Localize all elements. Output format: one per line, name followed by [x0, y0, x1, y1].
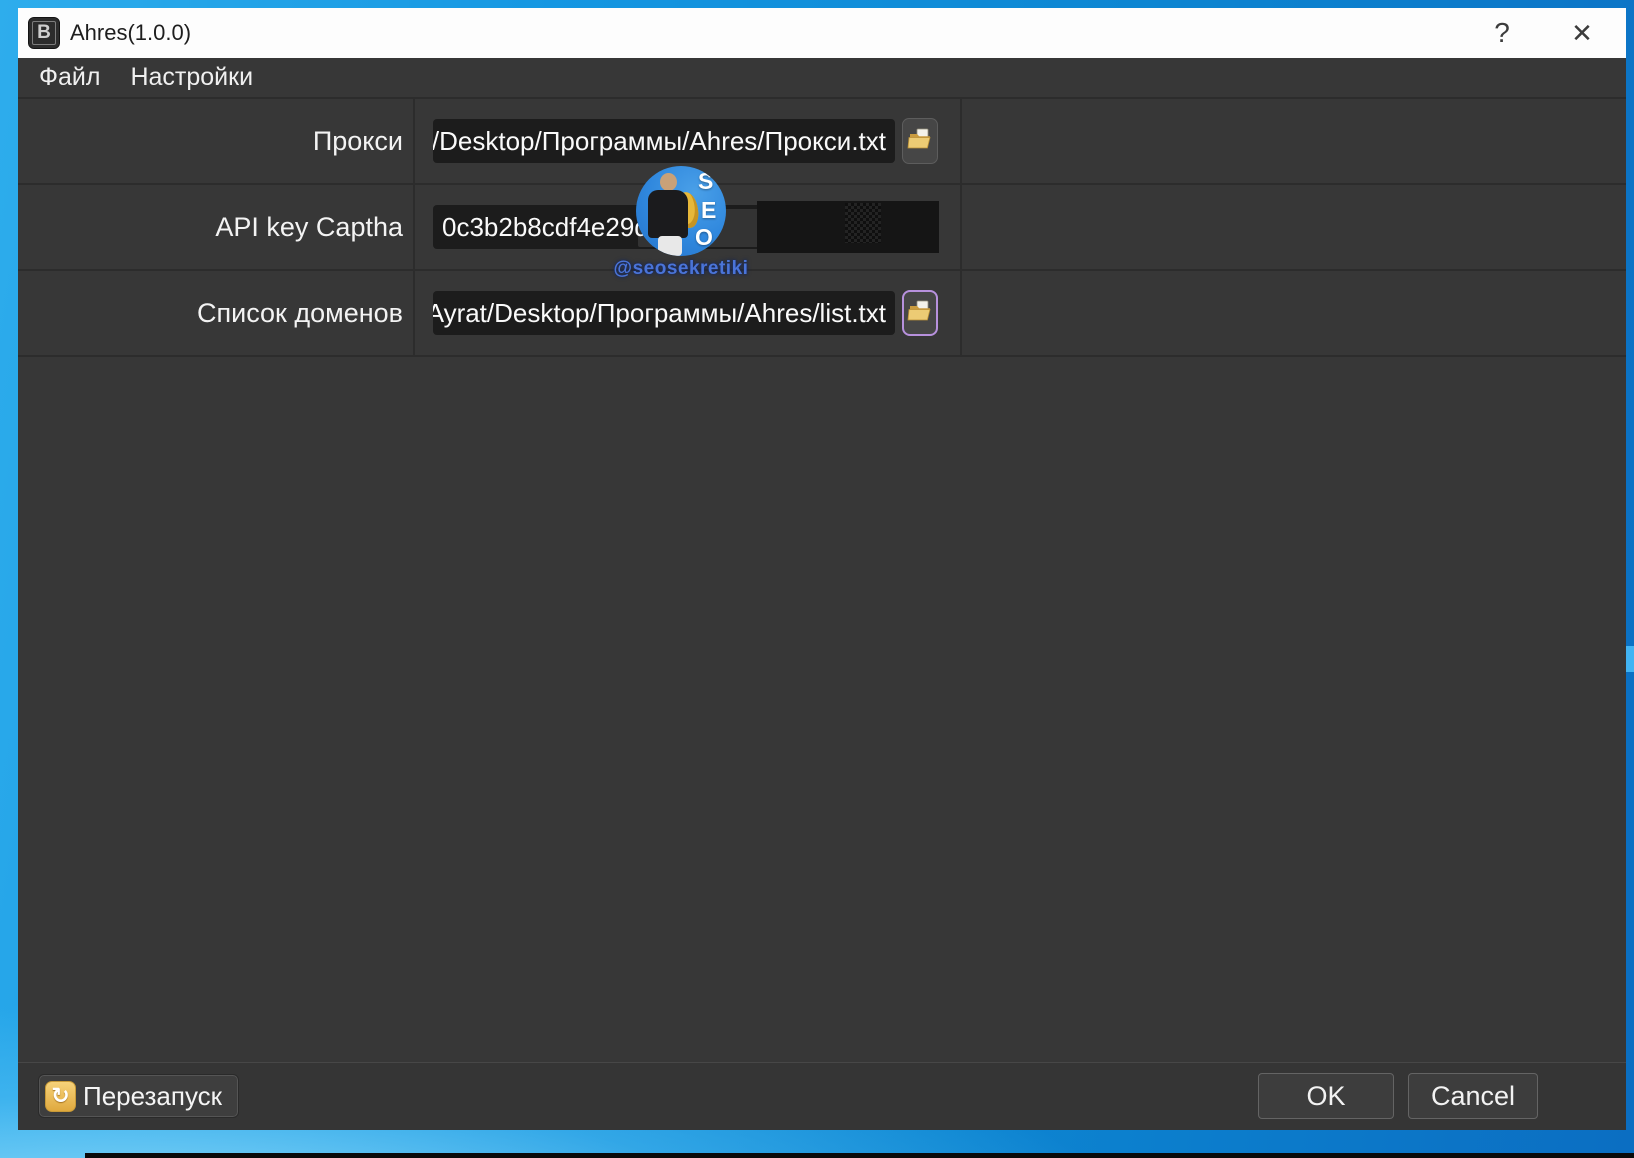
menu-item-file[interactable]: Файл [24, 58, 115, 97]
footer-bar: ↻ Перезапуск OK Cancel [18, 1062, 1626, 1130]
avatar-person-head [660, 173, 677, 191]
close-button[interactable]: ✕ [1560, 8, 1604, 58]
domains-browse-button[interactable] [902, 290, 938, 336]
folder-icon [907, 298, 933, 329]
proxy-path-input[interactable]: rat/Desktop/Программы/Ahres/Прокси.txt [433, 119, 895, 163]
apikey-redaction-pattern [845, 203, 881, 243]
form-row-proxy: Прокси rat/Desktop/Программы/Ahres/Прокс… [18, 99, 1626, 185]
restart-button-label: Перезапуск [83, 1080, 223, 1111]
form-row-apikey: API key Captha 0c3b2b8cdf4e29d [18, 185, 1626, 271]
help-icon: ? [1494, 17, 1510, 48]
menu-item-settings[interactable]: Настройки [115, 58, 268, 97]
title-bar: B Ahres(1.0.0) ? ✕ [18, 8, 1626, 58]
folder-icon [907, 126, 933, 157]
close-icon: ✕ [1571, 17, 1593, 48]
avatar-letter-s: S [698, 168, 714, 194]
ok-button[interactable]: OK [1258, 1073, 1394, 1119]
restart-button[interactable]: ↻ Перезапуск [38, 1074, 240, 1118]
avatar-letter-e: E [701, 197, 717, 223]
proxy-browse-button[interactable] [902, 118, 938, 164]
watermark-handle: @seosekretiki [613, 258, 749, 279]
window-title: Ahres(1.0.0) [70, 20, 192, 45]
apikey-label: API key Captha [215, 211, 403, 242]
taskbar-edge [85, 1153, 1634, 1158]
app-icon-glyph: B [37, 22, 51, 43]
desktop: { "window": { "title": "Ahres(1.0.0)", "… [0, 0, 1634, 1158]
avatar-letter-o: O [695, 224, 713, 250]
desktop-edge-highlight [1626, 646, 1634, 672]
proxy-label: Прокси [312, 125, 403, 156]
app-icon: B [28, 17, 60, 49]
avatar-person-shirt [648, 190, 688, 238]
watermark: S E O @seosekretiki [581, 166, 781, 280]
watermark-avatar: S E O [636, 166, 726, 256]
settings-form: Прокси rat/Desktop/Программы/Ahres/Прокс… [18, 97, 1626, 357]
domains-label: Список доменов [197, 297, 403, 328]
restart-icon: ↻ [45, 1080, 76, 1112]
form-row-domains: Список доменов s/Ayrat/Desktop/Программы… [18, 271, 1626, 357]
app-window: B Ahres(1.0.0) ? ✕ Файл Настройки Прокси… [18, 8, 1626, 1130]
avatar-person-pants [658, 236, 682, 256]
domains-path-input[interactable]: s/Ayrat/Desktop/Программы/Ahres/list.txt [433, 291, 895, 335]
help-button[interactable]: ? [1480, 8, 1524, 58]
menu-bar: Файл Настройки [18, 58, 1626, 97]
cancel-button[interactable]: Cancel [1408, 1073, 1538, 1119]
